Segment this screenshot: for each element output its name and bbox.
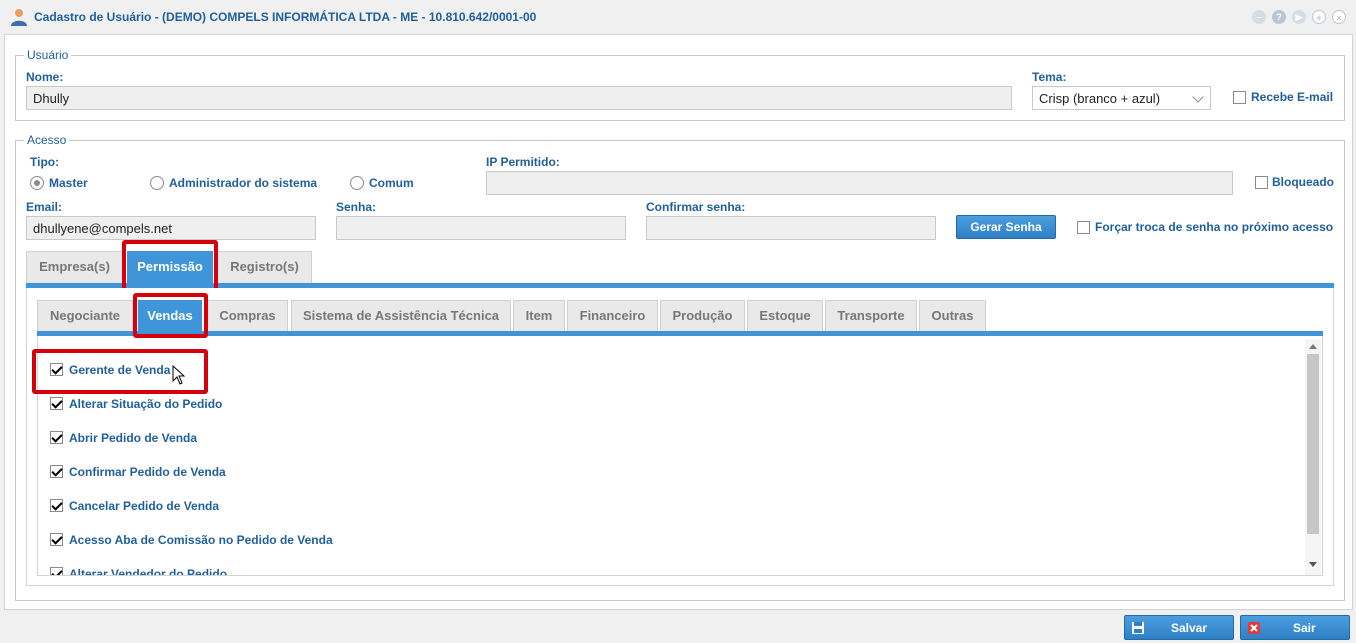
tipo-label: Tipo: (30, 155, 60, 169)
tipo-master-label: Master (49, 176, 88, 190)
move-icon[interactable]: + (1312, 10, 1326, 24)
confirmar-pedido-checkbox[interactable] (50, 465, 63, 478)
highlight-vendas (133, 293, 208, 338)
permission-label: Cancelar Pedido de Venda (69, 499, 220, 513)
tipo-comum-label: Comum (369, 176, 414, 190)
subtab-assistencia-tecnica[interactable]: Sistema de Assistência Técnica (291, 300, 511, 332)
gerar-senha-button[interactable]: Gerar Senha (956, 215, 1056, 239)
email-field[interactable]: dhullyene@compels.net (26, 216, 316, 240)
bloqueado-checkbox[interactable] (1255, 176, 1268, 189)
scroll-up-icon[interactable] (1309, 344, 1317, 349)
alterar-situacao-checkbox[interactable] (50, 397, 63, 410)
forcar-troca-checkbox[interactable] (1077, 221, 1090, 234)
sair-button[interactable]: Sair (1240, 615, 1350, 640)
salvar-label: Salvar (1171, 621, 1208, 635)
recebe-email-label: Recebe E-mail (1251, 90, 1334, 104)
sair-label: Sair (1293, 621, 1316, 635)
subtab-negociante[interactable]: Negociante (37, 300, 133, 332)
title-bar: Cadastro de Usuário - (DEMO) COMPELS INF… (0, 0, 1356, 34)
user-icon (11, 9, 27, 26)
usuario-legend: Usuário (27, 48, 69, 62)
chevron-down-icon (1192, 91, 1204, 103)
tipo-comum-radio[interactable] (350, 176, 364, 190)
permission-list: Gerente de Venda Alterar Situação do Ped… (37, 336, 1323, 576)
acesso-comissao-checkbox[interactable] (50, 533, 63, 546)
exit-icon (1248, 622, 1260, 634)
subtab-financeiro[interactable]: Financeiro (567, 300, 658, 332)
permission-label: Alterar Situação do Pedido (69, 397, 223, 411)
permission-label: Confirmar Pedido de Venda (69, 465, 226, 479)
recebe-email-checkbox[interactable] (1233, 91, 1246, 104)
window-controls: – ? ▶ + × (1252, 10, 1346, 24)
bloqueado-label: Bloqueado (1272, 175, 1334, 189)
subtab-producao[interactable]: Produção (660, 300, 745, 332)
play-icon[interactable]: ▶ (1292, 10, 1306, 24)
tema-label: Tema: (1032, 70, 1067, 84)
scroll-down-icon[interactable] (1309, 562, 1317, 567)
subtab-estoque[interactable]: Estoque (747, 300, 823, 332)
permission-label: Alterar Vendedor do Pedido (69, 567, 228, 576)
permission-label: Abrir Pedido de Venda (69, 431, 198, 445)
email-label: Email: (26, 200, 63, 214)
minimize-icon[interactable]: – (1252, 10, 1266, 24)
tema-selected-value: Crisp (branco + azul) (1039, 91, 1161, 106)
tipo-master-radio[interactable] (30, 176, 44, 190)
tema-select[interactable]: Crisp (branco + azul) (1032, 86, 1211, 110)
salvar-button[interactable]: Salvar (1124, 615, 1234, 640)
tipo-admin-radio[interactable] (150, 176, 164, 190)
permission-label: Acesso Aba de Comissão no Pedido de Vend… (69, 533, 333, 547)
alterar-vendedor-checkbox[interactable] (50, 567, 63, 575)
cancelar-pedido-checkbox[interactable] (50, 499, 63, 512)
save-icon (1132, 622, 1144, 634)
nome-field[interactable]: Dhully (26, 86, 1012, 110)
window-title: Cadastro de Usuário - (DEMO) COMPELS INF… (34, 10, 537, 24)
ip-label: IP Permitido: (486, 155, 560, 169)
usuario-fieldset: Usuário (15, 48, 1345, 121)
scroll-thumb[interactable] (1307, 354, 1319, 534)
abrir-pedido-checkbox[interactable] (50, 431, 63, 444)
help-icon[interactable]: ? (1272, 10, 1286, 24)
subtab-item[interactable]: Item (513, 300, 565, 332)
acesso-legend: Acesso (27, 133, 67, 147)
senha-label: Senha: (336, 200, 377, 214)
permission-scrollbar[interactable] (1305, 339, 1321, 575)
senha-field[interactable] (336, 216, 626, 240)
close-icon[interactable]: × (1332, 10, 1346, 24)
subtab-compras[interactable]: Compras (207, 300, 288, 332)
forcar-troca-label: Forçar troca de senha no próximo acesso (1095, 220, 1334, 234)
subtab-outras[interactable]: Outras (919, 300, 986, 332)
tipo-admin-label: Administrador do sistema (169, 176, 318, 190)
tab-empresas[interactable]: Empresa(s) (26, 251, 123, 283)
nome-label: Nome: (26, 70, 64, 84)
tab-registros[interactable]: Registro(s) (217, 251, 312, 283)
ip-field[interactable] (486, 171, 1233, 195)
highlight-permissao (122, 240, 218, 292)
confirmar-senha-label: Confirmar senha: (646, 200, 746, 214)
mouse-cursor-icon (172, 365, 186, 385)
subtab-transporte[interactable]: Transporte (825, 300, 917, 332)
confirmar-senha-field[interactable] (646, 216, 936, 240)
